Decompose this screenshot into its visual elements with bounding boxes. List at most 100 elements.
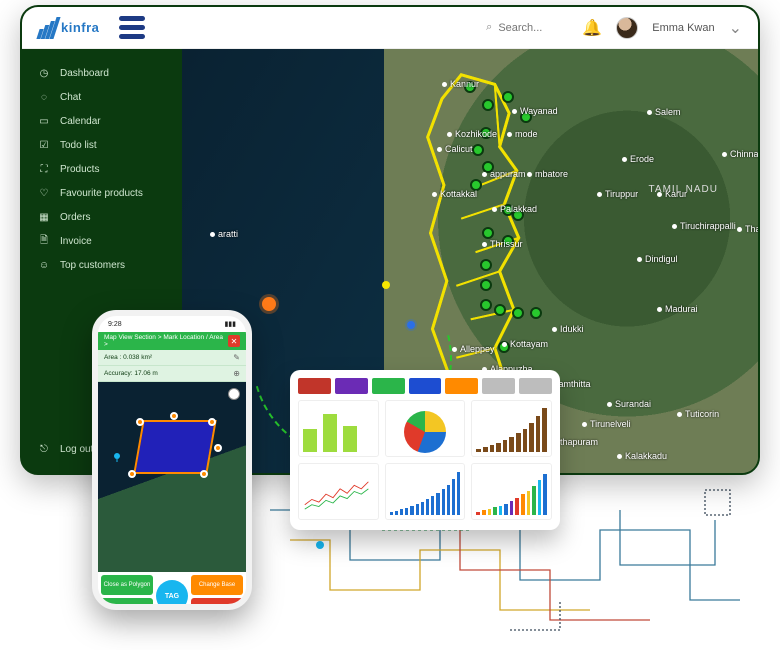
map-marker[interactable] <box>482 99 494 111</box>
nav-icon: ◌ <box>38 91 50 103</box>
nav-icon: ☑ <box>38 139 50 151</box>
locate-icon[interactable]: ⊕ <box>233 369 240 378</box>
user-name[interactable]: Emma Kwan <box>652 22 714 34</box>
city-label: Surandai <box>607 399 651 409</box>
sidebar-item-label: Todo list <box>60 140 97 151</box>
phone-time: 9:28 <box>108 321 122 328</box>
sidebar-item-label: Favourite products <box>60 188 143 199</box>
avatar[interactable] <box>616 17 638 39</box>
search-box[interactable]: ⌕ <box>486 21 568 34</box>
city-label: Tuticorin <box>677 409 719 419</box>
area-value: Area : 0.038 km² <box>104 354 152 361</box>
city-label: aratti <box>210 229 238 239</box>
map-marker[interactable] <box>482 227 494 239</box>
logout-icon: ⎋ <box>38 443 50 455</box>
brand-name: kinfra <box>61 20 99 35</box>
edit-icon[interactable]: ✎ <box>233 353 240 362</box>
nav-icon: 🗎 <box>38 235 50 247</box>
chart-bar-large[interactable] <box>298 400 379 457</box>
sidebar-item-label: Products <box>60 164 99 175</box>
signal-icon: ▮▮▮ <box>224 320 236 328</box>
brand-logo[interactable]: kinfra <box>38 17 99 39</box>
map-marker[interactable] <box>480 279 492 291</box>
city-label: Karur <box>657 189 687 199</box>
map-marker[interactable] <box>472 144 484 156</box>
sidebar-item-favourite-products[interactable]: ♡Favourite products <box>22 181 182 205</box>
city-label: Kannur <box>442 79 479 89</box>
search-icon: ⌕ <box>486 21 492 34</box>
map-marker[interactable] <box>502 91 514 103</box>
dashboard-card <box>290 370 560 530</box>
city-label: Tirunelveli <box>582 419 631 429</box>
sidebar-item-label: Calendar <box>60 116 101 127</box>
map-marker[interactable] <box>480 299 492 311</box>
phone-map[interactable] <box>98 382 246 572</box>
tag-button[interactable]: TAG <box>156 580 188 610</box>
chart-pie[interactable] <box>385 400 466 457</box>
close-polygon-button[interactable]: Close as Polygon <box>101 575 153 595</box>
map-marker[interactable] <box>530 307 542 319</box>
city-label: Kottayam <box>502 339 548 349</box>
city-label: Calicut <box>437 144 473 154</box>
city-label: Erode <box>622 154 654 164</box>
map-marker[interactable] <box>494 304 506 316</box>
kpi-tile[interactable] <box>482 378 515 394</box>
route-point <box>407 321 415 329</box>
phone-breadcrumb-bar: Map View Section > Mark Location / Area … <box>98 332 246 350</box>
logo-mark-icon <box>38 17 57 39</box>
kpi-tile[interactable] <box>445 378 478 394</box>
sidebar-item-label: Dashboard <box>60 68 109 79</box>
close-polyline-button[interactable]: Close as Polyline <box>101 598 153 611</box>
city-label: Wayanad <box>512 106 558 116</box>
kpi-tile[interactable] <box>298 378 331 394</box>
change-base-button[interactable]: Change Base <box>191 575 243 595</box>
city-label: Kottakkal <box>432 189 477 199</box>
nav-icon: ▭ <box>38 115 50 127</box>
kpi-tile[interactable] <box>335 378 368 394</box>
search-input[interactable] <box>498 22 568 34</box>
sidebar-item-label: Log out <box>60 444 93 455</box>
city-label: appuram <box>482 169 526 179</box>
phone-area-row: Area : 0.038 km² ✎ <box>98 350 246 366</box>
nav-icon: ◷ <box>38 67 50 79</box>
drawn-polygon[interactable] <box>136 422 215 472</box>
map-marker[interactable] <box>512 307 524 319</box>
clear-map-button[interactable]: Clear Map <box>191 598 243 611</box>
polygon-handle[interactable] <box>136 418 144 426</box>
sidebar-item-products[interactable]: ⛶ Products <box>22 157 182 181</box>
sidebar-item-dashboard[interactable]: ◷ Dashboard <box>22 61 182 85</box>
chart-bar-multi[interactable] <box>471 463 552 520</box>
sidebar-item-calendar[interactable]: ▭ Calendar <box>22 109 182 133</box>
polygon-handle[interactable] <box>208 418 216 426</box>
phone-breadcrumb: Map View Section > Mark Location / Area … <box>104 334 228 348</box>
nav-icon: ⛶ <box>38 163 50 175</box>
city-label: Madurai <box>657 304 698 314</box>
kpi-tile[interactable] <box>519 378 552 394</box>
sidebar-item-top-customers[interactable]: ☺Top customers <box>22 253 182 277</box>
sidebar-item-invoice[interactable]: 🗎Invoice <box>22 229 182 253</box>
chart-lines[interactable] <box>298 463 379 520</box>
location-pin-icon <box>112 452 122 462</box>
buoy-marker[interactable] <box>262 297 276 311</box>
chart-bar-blue[interactable] <box>385 463 466 520</box>
accuracy-value: Accuracy: 17.06 m <box>104 370 158 377</box>
close-icon[interactable]: ✕ <box>228 335 240 347</box>
sidebar-item-chat[interactable]: ◌ Chat <box>22 85 182 109</box>
menu-toggle[interactable] <box>119 16 145 39</box>
kpi-tile[interactable] <box>409 378 442 394</box>
map-marker[interactable] <box>480 259 492 271</box>
city-label: Palakkad <box>492 204 537 214</box>
polygon-handle[interactable] <box>128 470 136 478</box>
sidebar-item-todo-list[interactable]: ☑ Todo list <box>22 133 182 157</box>
sidebar-item-orders[interactable]: ▦Orders <box>22 205 182 229</box>
sidebar-item-label: Chat <box>60 92 81 103</box>
chart-bar-brown[interactable] <box>471 400 552 457</box>
nav-icon: ☺ <box>38 259 50 271</box>
polygon-handle[interactable] <box>170 412 178 420</box>
kpi-tile[interactable] <box>372 378 405 394</box>
polygon-handle[interactable] <box>214 444 222 452</box>
recenter-icon[interactable] <box>228 388 240 400</box>
notifications-icon[interactable]: 🔔 <box>582 18 602 38</box>
chevron-down-icon[interactable]: ⌄ <box>729 18 742 38</box>
polygon-handle[interactable] <box>200 470 208 478</box>
